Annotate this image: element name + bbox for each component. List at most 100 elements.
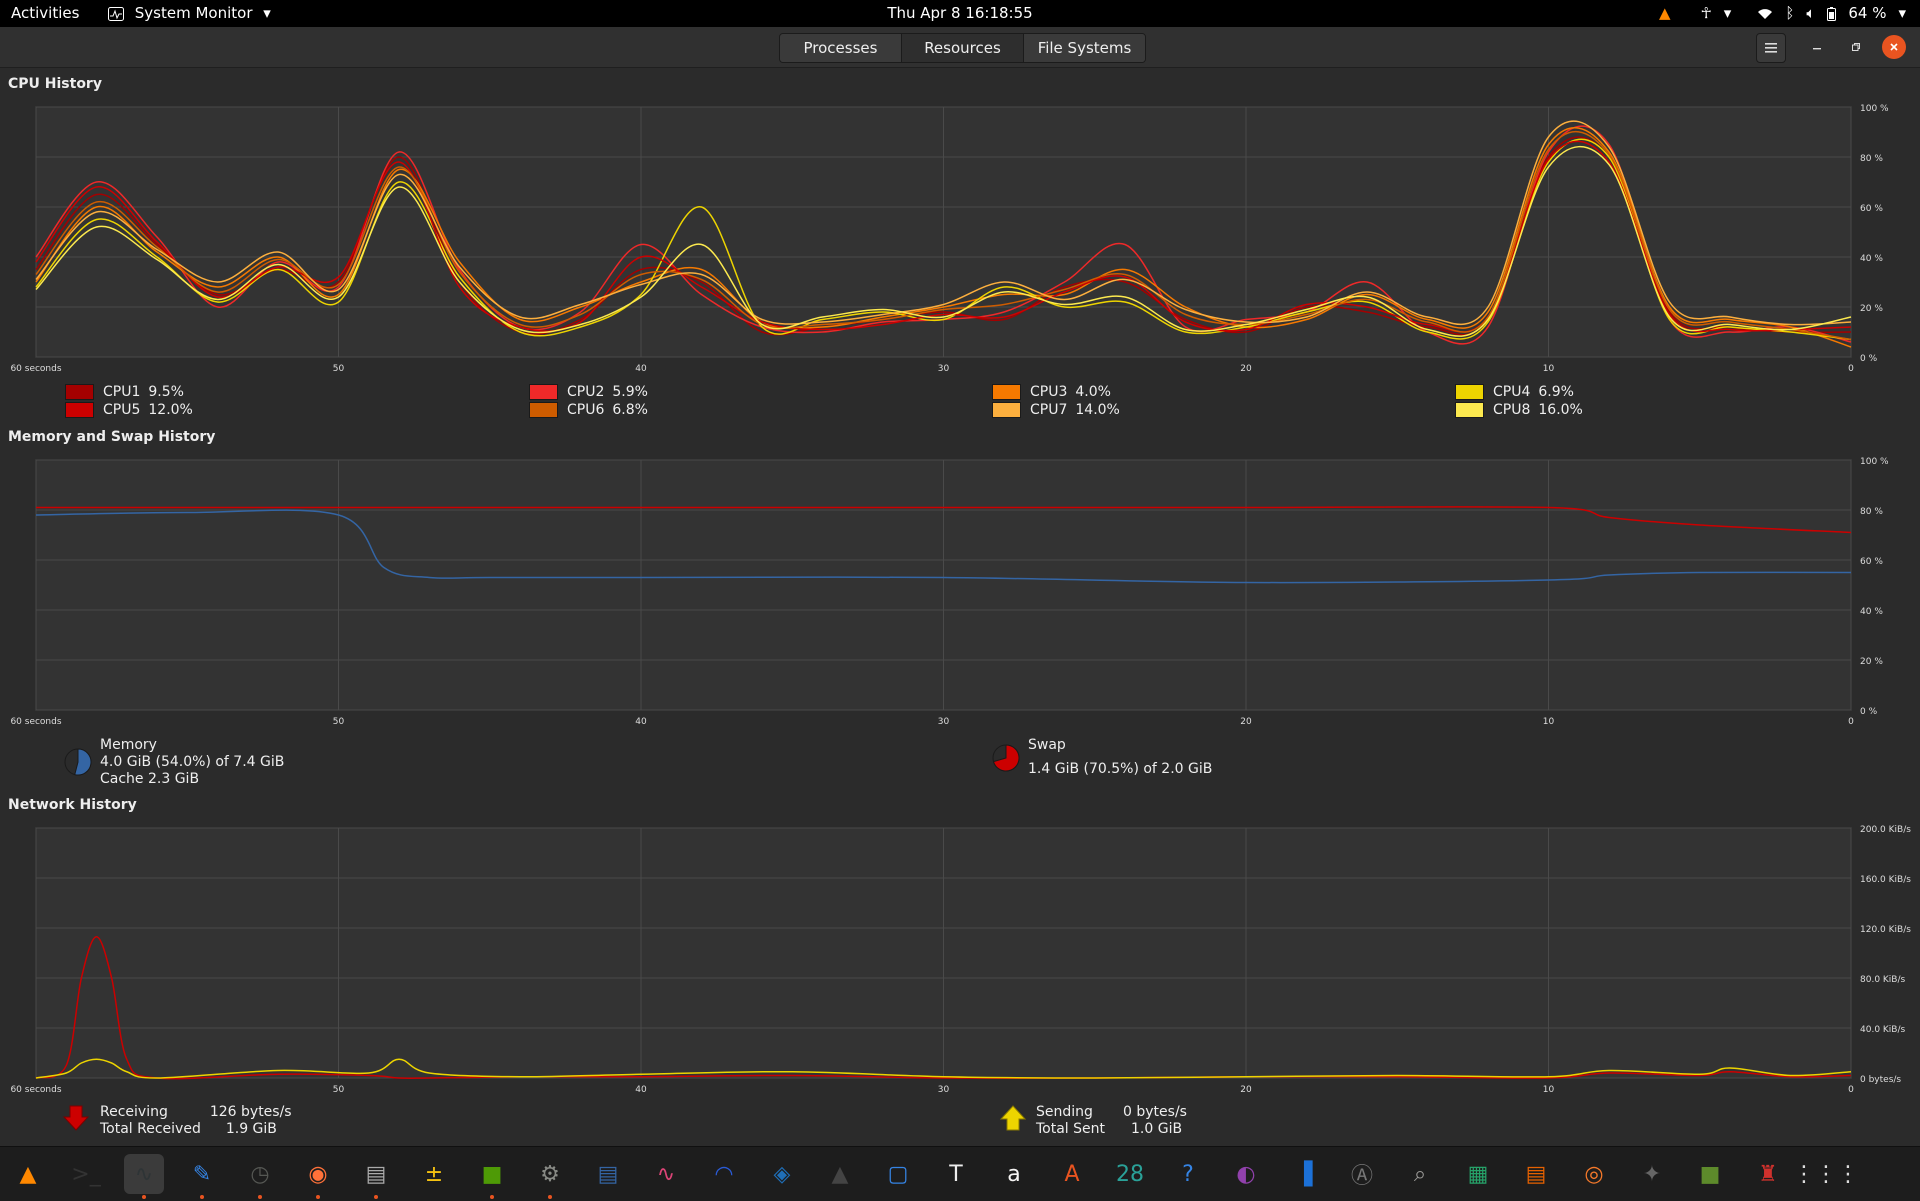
battery-icon[interactable] xyxy=(1827,6,1837,21)
gimp-icon[interactable]: ✦ xyxy=(1632,1154,1672,1194)
puzzle-icon[interactable]: ■ xyxy=(472,1154,512,1199)
cpu-x-tick: 40 xyxy=(635,364,647,374)
receiving-arrow-icon[interactable] xyxy=(63,1104,89,1132)
screenshot-icon-glyph: ▢ xyxy=(887,1161,909,1187)
update-manager-icon[interactable]: Ⓐ xyxy=(1342,1154,1382,1194)
cpu-x-tick: 60 seconds xyxy=(10,364,61,374)
swap-pie-button[interactable] xyxy=(991,743,1021,773)
total-received-value: 1.9 GiB xyxy=(225,1121,277,1137)
settings-icon[interactable]: ⚙ xyxy=(530,1154,570,1199)
book-icon-glyph: ▐ xyxy=(1295,1161,1313,1187)
book-icon[interactable]: ▐ xyxy=(1284,1154,1324,1194)
clock-icon[interactable]: ◷ xyxy=(240,1154,280,1199)
close-icon xyxy=(1890,43,1898,51)
vlc-icon[interactable]: ▲ xyxy=(8,1154,48,1194)
calculator-icon[interactable]: ± xyxy=(414,1154,454,1194)
screenshot-icon[interactable]: ▢ xyxy=(878,1154,918,1194)
impress-icon[interactable]: ▤ xyxy=(1516,1154,1556,1194)
cpu-legend-item: CPU6 6.8% xyxy=(529,401,648,419)
firefox-icon[interactable]: ◉ xyxy=(298,1154,338,1199)
blender-icon[interactable]: ◎ xyxy=(1574,1154,1614,1194)
network-x-tick: 0 xyxy=(1848,1085,1854,1095)
cpu8-color-button[interactable] xyxy=(1455,402,1484,418)
cpu-value: 6.8% xyxy=(612,402,648,418)
minecraft-icon[interactable]: ■ xyxy=(1690,1154,1730,1194)
cpu-label: CPU6 xyxy=(567,402,605,418)
text-editor-icon[interactable]: ✎ xyxy=(182,1154,222,1199)
system-monitor-icon-glyph: ∿ xyxy=(134,1161,154,1187)
cpu-x-tick: 30 xyxy=(938,364,950,374)
app-grid-icon[interactable]: ⋮⋮⋮ xyxy=(1793,1154,1859,1194)
virtualbox-icon[interactable]: ◈ xyxy=(762,1154,802,1194)
system-monitor-icon[interactable]: ∿ xyxy=(124,1154,164,1199)
calc-spreadsheet-icon[interactable]: ▦ xyxy=(1458,1154,1498,1194)
bluetooth-icon[interactable]: ᛒ xyxy=(1785,0,1794,27)
typora-icon[interactable]: T xyxy=(936,1154,976,1194)
cpu4-color-button[interactable] xyxy=(1455,384,1484,400)
writer-icon[interactable]: ▤ xyxy=(588,1154,628,1194)
close-button[interactable] xyxy=(1882,35,1906,59)
memory-pie-button[interactable] xyxy=(63,747,93,777)
cpu-y-tick: 0 % xyxy=(1860,354,1878,364)
cpu-legend-col4: CPU4 6.9% CPU8 16.0% xyxy=(1455,383,1583,419)
cpu2-color-button[interactable] xyxy=(529,384,558,400)
image-viewer-icon[interactable]: ⌕ xyxy=(1400,1154,1440,1194)
header-bar: Processes Resources File Systems xyxy=(0,27,1920,68)
memory-x-tick: 20 xyxy=(1240,717,1252,727)
menu-button[interactable] xyxy=(1756,33,1786,63)
network-y-tick: 80.0 KiB/s xyxy=(1860,975,1906,985)
sending-arrow-icon[interactable] xyxy=(999,1104,1027,1132)
cpu-x-tick: 10 xyxy=(1543,364,1555,374)
volume-icon[interactable]: 🔈︎ xyxy=(1806,0,1815,27)
swap-legend: Swap 1.4 GiB (70.5%) of 2.0 GiB xyxy=(991,737,1212,778)
waveform-icon[interactable]: ∿ xyxy=(646,1154,686,1194)
minimize-button[interactable] xyxy=(1803,33,1831,61)
software-center-icon[interactable]: A xyxy=(1052,1154,1092,1194)
cpu-value: 12.0% xyxy=(148,402,193,418)
restore-button[interactable] xyxy=(1842,33,1870,61)
cpu-legend-item: CPU8 16.0% xyxy=(1455,401,1583,419)
sending-value: 0 bytes/s xyxy=(1123,1104,1187,1120)
typora-icon-glyph: T xyxy=(949,1161,963,1187)
cpu5-color-button[interactable] xyxy=(65,402,94,418)
calculator-icon-glyph: ± xyxy=(424,1161,444,1187)
files-icon[interactable]: ▤ xyxy=(356,1154,396,1199)
calendar-icon-glyph: 28 xyxy=(1116,1161,1144,1187)
app-menu[interactable]: System Monitor ▾ xyxy=(108,0,271,27)
hamburger-icon xyxy=(1765,43,1777,53)
memory-history-graph: 100 % 80 % 60 % 40 % 20 % 0 % 60 seconds 50 40 30… xyxy=(10,457,1889,727)
network-y-tick: 160.0 KiB/s xyxy=(1860,875,1911,885)
calendar-icon[interactable]: 28 xyxy=(1110,1154,1150,1194)
audacity-icon[interactable]: ◠ xyxy=(704,1154,744,1194)
wifi-icon[interactable] xyxy=(1757,8,1773,20)
receiving-value: 126 bytes/s xyxy=(209,1104,292,1120)
clock-label[interactable]: Thu Apr 8 16:18:55 xyxy=(887,4,1032,22)
tab-resources[interactable]: Resources xyxy=(902,34,1024,62)
vlc-tray-icon[interactable]: ▲ xyxy=(1659,0,1671,27)
inkscape-icon[interactable]: ▲ xyxy=(820,1154,860,1194)
mario-icon[interactable]: ♜ xyxy=(1748,1154,1788,1194)
help-icon[interactable]: ? xyxy=(1168,1154,1208,1194)
tweaks-icon[interactable]: ◐ xyxy=(1226,1154,1266,1194)
cpu-label: CPU8 xyxy=(1493,402,1531,418)
minecraft-icon-glyph: ■ xyxy=(1699,1161,1721,1187)
files-icon-glyph: ▤ xyxy=(365,1161,387,1187)
network-y-tick: 200.0 KiB/s xyxy=(1860,825,1911,835)
cpu1-color-button[interactable] xyxy=(65,384,94,400)
clock[interactable]: Thu Apr 8 16:18:55 xyxy=(0,0,1920,27)
accessibility-icon[interactable]: ☥ xyxy=(1701,0,1712,27)
sending-legend: Sending Total Sent 0 bytes/s 1.0 GiB xyxy=(999,1104,1187,1138)
memory-y-tick: 40 % xyxy=(1860,607,1883,617)
system-tray[interactable]: ▲ ☥ ▾ ᛒ 🔈︎ 64 % ▾ xyxy=(1659,0,1906,27)
tab-file-systems[interactable]: File Systems xyxy=(1024,34,1145,62)
cpu6-color-button[interactable] xyxy=(529,402,558,418)
cpu3-color-button[interactable] xyxy=(992,384,1021,400)
cpu7-color-button[interactable] xyxy=(992,402,1021,418)
view-switcher: Processes Resources File Systems xyxy=(779,33,1146,63)
network-x-tick: 30 xyxy=(938,1085,950,1095)
tab-processes[interactable]: Processes xyxy=(780,34,902,62)
document-icon[interactable]: a xyxy=(994,1154,1034,1194)
sending-label: Sending xyxy=(1036,1104,1093,1120)
terminal-icon[interactable]: >_ xyxy=(66,1154,106,1194)
cpu-x-tick: 20 xyxy=(1240,364,1252,374)
